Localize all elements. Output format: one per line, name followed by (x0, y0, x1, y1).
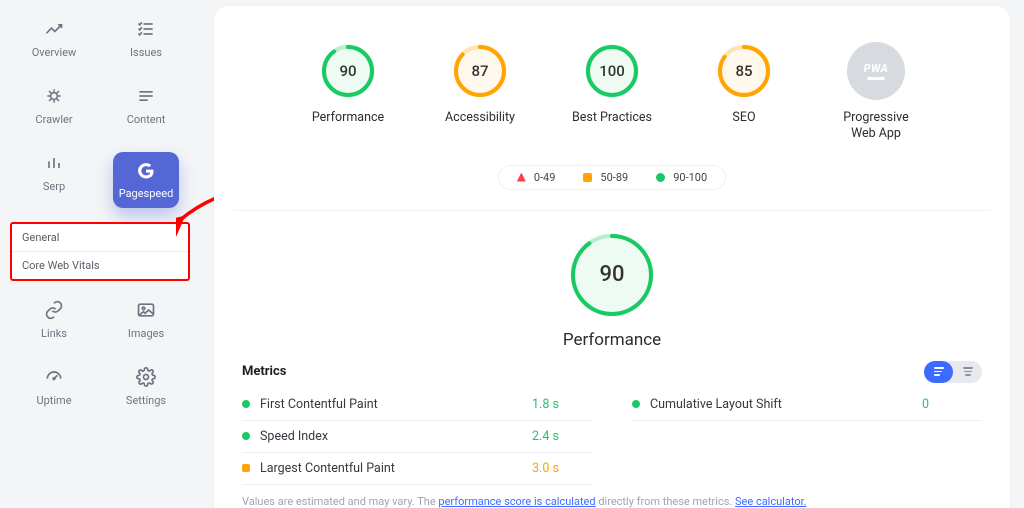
nav-pagespeed[interactable]: Pagespeed (113, 152, 179, 208)
square-icon (583, 173, 592, 182)
metrics-footnote: Values are estimated and may vary. The p… (242, 495, 982, 508)
score-accessibility: 87 Accessibility (432, 42, 528, 143)
lines-icon (135, 85, 157, 107)
metrics-grid: First Contentful Paint1.8 s Cumulative La… (242, 389, 982, 485)
score-label: Performance (312, 110, 384, 126)
triangle-icon (517, 173, 526, 182)
sidebar: Overview Issues Crawler Content (0, 0, 200, 508)
gauge-icon (43, 366, 65, 388)
nav-content[interactable]: Content (111, 85, 181, 126)
performance-gauge: 90 (568, 231, 656, 319)
circle-icon (656, 173, 665, 182)
nav-label: Settings (126, 394, 166, 407)
status-dot-icon (242, 432, 250, 440)
metric-value: 2.4 s (532, 429, 592, 444)
score-gauge: 87 (451, 42, 509, 100)
score-label: Best Practices (572, 110, 652, 126)
status-dot-icon (632, 400, 640, 408)
status-dot-icon (242, 400, 250, 408)
nav-label: Pagespeed (119, 187, 174, 200)
nav-uptime[interactable]: Uptime (19, 366, 89, 407)
google-g-icon (135, 160, 157, 181)
score-gauge: 100 (583, 42, 641, 100)
nav-settings[interactable]: Settings (111, 366, 181, 407)
nav-label: Links (41, 327, 67, 340)
main-panel: 90 Performance 87 Accessibility 100 Best Pr… (214, 6, 1010, 508)
subnav-general[interactable]: General (12, 224, 188, 252)
metric-row: First Contentful Paint1.8 s (242, 389, 592, 421)
score-best-practices: 100 Best Practices (564, 42, 660, 143)
nav-label: Crawler (35, 113, 72, 126)
nav-links[interactable]: Links (19, 299, 89, 340)
gear-icon (135, 366, 157, 388)
nav-crawler[interactable]: Crawler (19, 85, 89, 126)
metric-value: 1.8 s (532, 397, 592, 412)
score-label: Accessibility (445, 110, 515, 126)
score-legend: 0-49 50-89 90-100 (498, 165, 726, 190)
score-label: SEO (732, 110, 755, 126)
status-square-icon (242, 464, 250, 472)
score-row: 90 Performance 87 Accessibility 100 Best Pr… (214, 42, 1010, 143)
metric-value: 3.0 s (532, 461, 592, 476)
metric-name: Cumulative Layout Shift (650, 397, 922, 412)
legend-label: 90-100 (673, 171, 707, 184)
divider (234, 210, 990, 211)
nav-label: Uptime (36, 394, 71, 407)
nav-issues[interactable]: Issues (111, 18, 181, 59)
score-seo: 85 SEO (696, 42, 792, 143)
legend-label: 50-89 (600, 171, 628, 184)
calc-link[interactable]: performance score is calculated (438, 495, 595, 508)
chart-line-icon (43, 18, 65, 40)
legend-label: 0-49 (534, 171, 556, 184)
metrics-heading: Metrics (242, 364, 286, 379)
image-icon (135, 299, 157, 321)
bars-mini-icon (43, 152, 65, 174)
bug-icon (43, 85, 65, 107)
list-check-icon (135, 18, 157, 40)
nav-serp[interactable]: Serp (19, 152, 89, 193)
nav-label: Content (127, 113, 166, 126)
performance-detail: 90 Performance (214, 231, 1010, 351)
score-label: Progressive Web App (843, 110, 908, 143)
nav-overview[interactable]: Overview (19, 18, 89, 59)
metric-name: First Contentful Paint (260, 397, 532, 412)
score-gauge: 85 (715, 42, 773, 100)
see-calculator-link[interactable]: See calculator. (735, 495, 807, 508)
link-icon (43, 299, 65, 321)
nav-label: Images (128, 327, 164, 340)
metric-name: Speed Index (260, 429, 532, 444)
metrics-view-toggle[interactable] (924, 361, 982, 383)
pwa-badge-icon: PWA (847, 42, 905, 100)
score-performance: 90 Performance (300, 42, 396, 143)
metric-value: 0 (922, 397, 982, 412)
pagespeed-subnav: General Core Web Vitals (10, 222, 190, 281)
metric-row: Largest Contentful Paint3.0 s (242, 453, 592, 485)
subnav-core-web-vitals[interactable]: Core Web Vitals (12, 252, 188, 279)
metric-row: Speed Index2.4 s (242, 421, 592, 453)
nav-images[interactable]: Images (111, 299, 181, 340)
score-pwa: PWA Progressive Web App (828, 42, 924, 143)
nav-label: Serp (43, 180, 65, 193)
metric-name: Largest Contentful Paint (260, 461, 532, 476)
nav-label: Issues (130, 46, 162, 59)
metric-row: Cumulative Layout Shift0 (632, 389, 982, 421)
performance-title: Performance (563, 329, 661, 351)
score-gauge: 90 (319, 42, 377, 100)
nav-label: Overview (32, 46, 77, 59)
